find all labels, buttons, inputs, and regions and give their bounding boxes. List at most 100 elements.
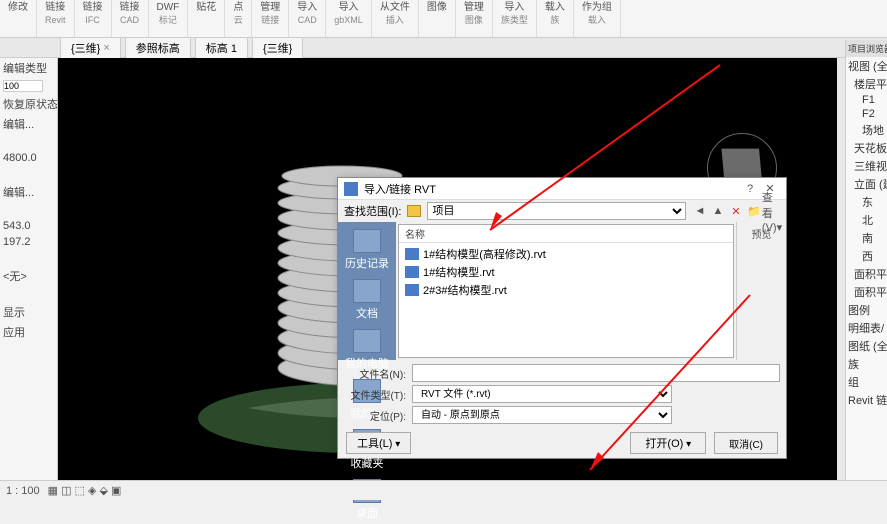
node-sheets[interactable]: 图纸 (全: [846, 337, 887, 355]
node-groups[interactable]: 组: [846, 373, 887, 391]
rg-1[interactable]: 链接Revit: [37, 0, 75, 37]
scale-label[interactable]: 1 : 100: [6, 485, 40, 497]
status-icons[interactable]: ▦ ◫ ⬚ ◈ ⬙ ▣: [48, 484, 122, 497]
file-row[interactable]: 2#3#结构模型.rvt: [401, 281, 731, 299]
ribbon: 修改 链接Revit 链接IFC 链接CAD DWF标记 贴花 点云 管理链接 …: [0, 0, 887, 38]
node-area1[interactable]: 面积平面: [846, 265, 887, 283]
node-floorplans[interactable]: 楼层平面: [846, 75, 887, 93]
rg-15[interactable]: 作为组载入: [574, 0, 621, 37]
nav-bar[interactable]: [837, 58, 845, 480]
restore-label: 恢复原状态: [0, 94, 57, 114]
rvt-icon: [405, 248, 419, 260]
newfolder-icon[interactable]: 📁: [746, 203, 762, 219]
rg-12[interactable]: 管理图像: [456, 0, 493, 37]
properties-panel: 编辑类型 恢复原状态 编辑... 4800.0 编辑... 543.0 197.…: [0, 58, 58, 480]
place-docs[interactable]: 文档: [342, 276, 392, 324]
rg-9[interactable]: 导入gbXML: [326, 0, 372, 37]
place-history[interactable]: 历史记录: [342, 226, 392, 274]
value-4800: 4800.0: [0, 150, 57, 166]
file-pane: 名称 1#结构模型(高程修改).rvt 1#结构模型.rvt 2#3#结构模型.…: [398, 224, 734, 358]
lookin-select[interactable]: 项目: [427, 202, 686, 220]
edit-button-2[interactable]: 编辑...: [0, 182, 57, 202]
folder-icon: [407, 205, 421, 217]
places-bar: 历史记录 文档 我的电脑 我的… 收藏夹 桌面: [338, 222, 396, 360]
rg-7[interactable]: 管理链接: [252, 0, 289, 37]
value-197: 197.2: [0, 234, 57, 250]
view-tabs: {三维}× 参照标高 标高 1 {三维}: [0, 38, 887, 58]
show-label: 显示: [0, 302, 57, 322]
dialog-titlebar: 导入/链接 RVT ? ✕: [338, 178, 786, 200]
back-icon[interactable]: ◄: [692, 203, 708, 219]
tab-2[interactable]: 标高 1: [195, 37, 248, 59]
value-543: 543.0: [0, 218, 57, 234]
node-east[interactable]: 东: [846, 193, 887, 211]
node-site[interactable]: 场地: [846, 121, 887, 139]
browser-title: 项目浏览器 - 项: [846, 40, 887, 57]
dialog-title: 导入/链接 RVT: [364, 181, 740, 197]
rg-11[interactable]: 图像: [419, 0, 456, 37]
node-elev[interactable]: 立面 (建: [846, 175, 887, 193]
rg-13[interactable]: 导入族类型: [493, 0, 537, 37]
cancel-button[interactable]: 取消(C): [714, 432, 778, 454]
up-icon[interactable]: ▲: [710, 203, 726, 219]
revit-icon: [344, 182, 358, 196]
tab-3[interactable]: {三维}: [252, 37, 303, 59]
apply-button[interactable]: 应用: [0, 322, 57, 342]
delete-icon[interactable]: ✕: [728, 203, 744, 219]
edit-button-1[interactable]: 编辑...: [0, 114, 57, 134]
node-area2[interactable]: 面积平面: [846, 283, 887, 301]
dialog-bottom: 文件名(N): 文件类型(T): RVT 文件 (*.rvt) 定位(P): 自…: [338, 360, 786, 428]
scale-input[interactable]: [3, 80, 43, 92]
preview-pane: 预览: [736, 222, 786, 360]
filename-label: 文件名(N):: [344, 366, 406, 381]
node-schedules[interactable]: 明细表/: [846, 319, 887, 337]
rg-4[interactable]: DWF标记: [149, 0, 189, 37]
node-west[interactable]: 西: [846, 247, 887, 265]
position-select[interactable]: 自动 - 原点到原点: [412, 406, 672, 424]
node-legends[interactable]: 图例: [846, 301, 887, 319]
file-header[interactable]: 名称: [399, 225, 733, 243]
tab-0[interactable]: {三维}×: [60, 37, 121, 59]
rvt-icon: [405, 284, 419, 296]
lookin-label: 查找范围(I):: [344, 203, 401, 219]
file-list: 1#结构模型(高程修改).rvt 1#结构模型.rvt 2#3#结构模型.rvt: [399, 243, 733, 357]
rg-0[interactable]: 修改: [0, 0, 37, 37]
filetype-select[interactable]: RVT 文件 (*.rvt): [412, 385, 672, 403]
lookin-row: 查找范围(I): 项目 ◄ ▲ ✕ 📁 查看(V)▾: [338, 200, 786, 222]
node-views[interactable]: 视图 (全: [846, 57, 887, 75]
rg-5[interactable]: 贴花: [188, 0, 225, 37]
close-icon[interactable]: ×: [103, 42, 109, 54]
file-row[interactable]: 1#结构模型(高程修改).rvt: [401, 245, 731, 263]
rg-14[interactable]: 载入族: [537, 0, 574, 37]
open-button[interactable]: 打开(O) ▾: [630, 432, 706, 454]
filename-input[interactable]: [412, 364, 780, 382]
tab-1[interactable]: 参照标高: [125, 37, 191, 59]
rg-2[interactable]: 链接IFC: [75, 0, 112, 37]
dialog-toolbar: ◄ ▲ ✕ 📁 查看(V)▾: [692, 203, 780, 219]
node-3d[interactable]: 三维视图: [846, 157, 887, 175]
rg-6[interactable]: 点云: [225, 0, 252, 37]
status-bar: 1 : 100 ▦ ◫ ⬚ ◈ ⬙ ▣: [0, 480, 887, 500]
dialog-actions: 工具(L) ▾ 打开(O) ▾ 取消(C): [338, 428, 786, 458]
node-south[interactable]: 南: [846, 229, 887, 247]
tools-button[interactable]: 工具(L) ▾: [346, 432, 411, 454]
none-label: <无>: [0, 266, 57, 286]
project-browser: 项目浏览器 - 项 视图 (全 楼层平面 F1 F2 场地 天花板 三维视图 立…: [845, 40, 887, 500]
node-north[interactable]: 北: [846, 211, 887, 229]
rg-3[interactable]: 链接CAD: [112, 0, 149, 37]
node-ceiling[interactable]: 天花板: [846, 139, 887, 157]
file-row[interactable]: 1#结构模型.rvt: [401, 263, 731, 281]
position-label: 定位(P):: [344, 408, 406, 423]
edit-type-button[interactable]: 编辑类型: [0, 58, 57, 78]
node-f1[interactable]: F1: [846, 93, 887, 107]
filetype-label: 文件类型(T):: [344, 387, 406, 402]
node-f2[interactable]: F2: [846, 107, 887, 121]
node-families[interactable]: 族: [846, 355, 887, 373]
help-button[interactable]: ?: [740, 183, 760, 195]
rg-8[interactable]: 导入CAD: [289, 0, 326, 37]
views-button[interactable]: 查看(V)▾: [764, 203, 780, 219]
node-links[interactable]: Revit 链接: [846, 391, 887, 409]
rvt-icon: [405, 266, 419, 278]
rg-10[interactable]: 从文件插入: [372, 0, 419, 37]
import-link-dialog: 导入/链接 RVT ? ✕ 查找范围(I): 项目 ◄ ▲ ✕ 📁 查看(V)▾…: [337, 177, 787, 459]
